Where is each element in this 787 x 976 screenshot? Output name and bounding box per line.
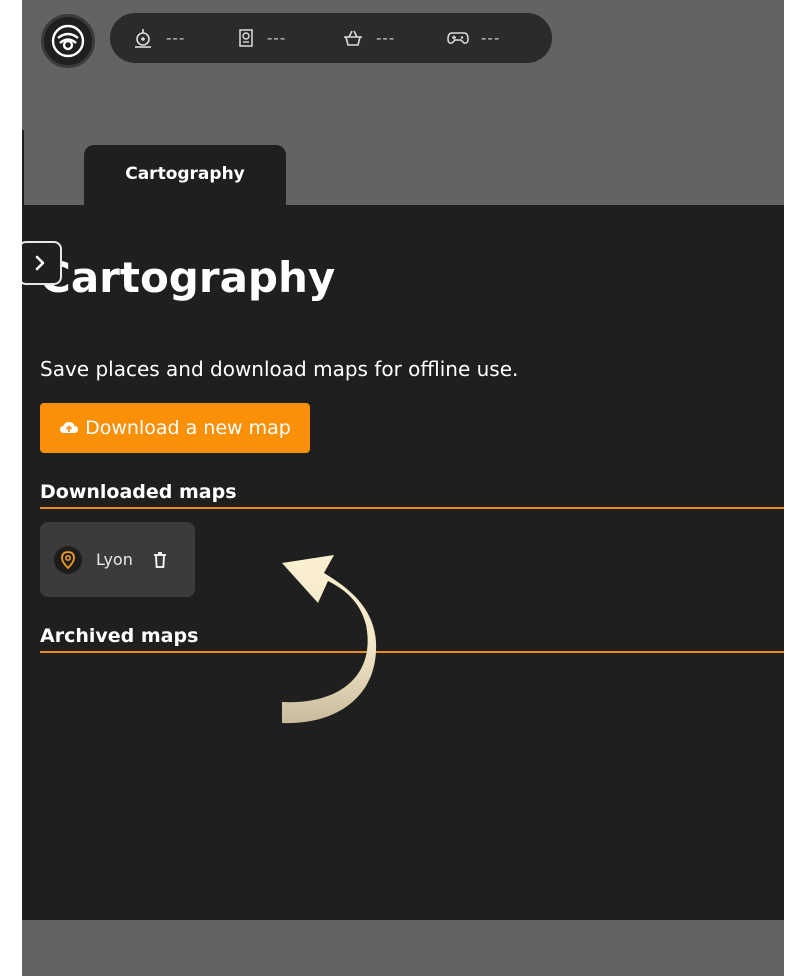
status-item-gamepad[interactable]: --- [447,29,552,47]
main-content: Cartography Save places and download map… [22,205,784,920]
app-logo[interactable] [41,14,95,68]
status-item-location-card[interactable]: --- [237,28,342,48]
status-value: --- [481,29,501,47]
bottom-band [22,920,784,976]
status-bar: --- --- --- --- [110,13,552,63]
logo-icon [51,24,85,58]
status-value: --- [376,29,396,47]
status-item-basket[interactable]: --- [342,28,447,48]
compass-icon [135,29,151,48]
location-card-icon [239,29,253,47]
status-value: --- [166,29,186,47]
status-value: --- [267,29,287,47]
status-item-compass[interactable]: --- [132,27,237,49]
tab-cartography[interactable]: Cartography [84,145,286,207]
gamepad-icon [447,32,469,44]
curved-arrow-icon [282,555,377,724]
basket-icon [344,30,362,46]
app-window: --- --- --- --- Cartography Cartography … [22,0,784,976]
